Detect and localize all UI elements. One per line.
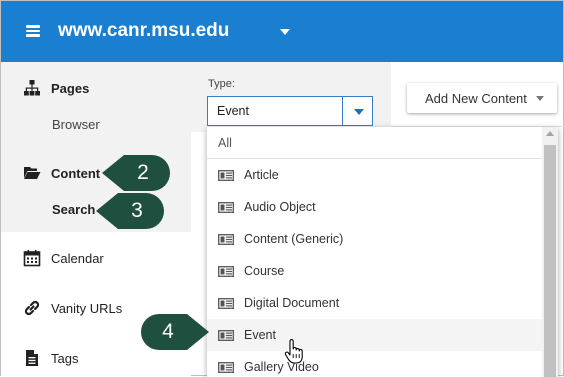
content-type-icon <box>218 234 234 245</box>
sidebar-item-tags[interactable]: Tags <box>23 346 78 370</box>
sidebar-item-calendar[interactable]: Calendar <box>23 246 104 270</box>
type-filter-label: Type: <box>208 78 235 90</box>
sidebar-subitem-search[interactable]: Search <box>52 202 95 217</box>
chevron-down-icon[interactable] <box>354 109 364 115</box>
select-divider <box>342 97 343 125</box>
content-type-icon <box>218 266 234 277</box>
chevron-down-icon <box>536 96 544 101</box>
calendar-icon <box>23 250 41 267</box>
dropdown-scrollbar[interactable] <box>542 127 558 377</box>
step-callout-4: 4 <box>141 314 209 350</box>
dropdown-option[interactable]: Content (Generic) <box>207 223 542 255</box>
sidebar-item-label: Calendar <box>51 250 104 266</box>
site-switcher-caret-icon[interactable] <box>280 29 290 35</box>
scroll-up-arrow-icon[interactable] <box>546 131 554 136</box>
hamburger-menu-icon[interactable] <box>26 25 40 37</box>
sidebar-item-pages[interactable]: Pages <box>23 76 89 100</box>
sitemap-icon <box>24 80 40 96</box>
dropdown-option[interactable]: Digital Document <box>207 287 542 319</box>
dropdown-option-all[interactable]: All <box>207 127 542 159</box>
step-callout-2: 2 <box>102 155 170 191</box>
scrollbar-thumb[interactable] <box>544 145 556 377</box>
dropdown-option[interactable]: Audio Object <box>207 191 542 223</box>
sidebar-item-label: Pages <box>51 80 90 96</box>
sidebar-subitem-browser[interactable]: Browser <box>52 117 100 132</box>
document-icon <box>26 350 38 366</box>
type-select[interactable]: Event <box>207 96 373 126</box>
sidebar-item-label: Content <box>51 165 101 181</box>
type-select-value: Event <box>217 104 249 118</box>
dropdown-option[interactable]: Gallery Video <box>207 351 542 377</box>
link-icon <box>24 300 40 316</box>
add-new-content-label: Add New Content <box>425 91 527 106</box>
sidebar-item-label: Tags <box>51 350 79 366</box>
folder-open-icon <box>24 167 41 179</box>
top-bar: www.canr.msu.edu <box>1 1 563 62</box>
content-type-icon <box>218 330 234 341</box>
sidebar-item-content[interactable]: Content <box>23 161 100 185</box>
content-type-icon <box>218 170 234 181</box>
add-new-content-button[interactable]: Add New Content <box>407 83 557 113</box>
sidebar-item-vanity-urls[interactable]: Vanity URLs <box>23 296 122 320</box>
dropdown-option[interactable]: Course <box>207 255 542 287</box>
sidebar-item-label: Vanity URLs <box>51 300 123 316</box>
content-type-icon <box>218 298 234 309</box>
dropdown-option-hovered[interactable]: Event <box>207 319 542 351</box>
site-title[interactable]: www.canr.msu.edu <box>58 20 229 42</box>
type-dropdown-list: All Article Audio Object Content (Generi… <box>207 127 558 377</box>
step-callout-3: 3 <box>96 193 164 229</box>
dropdown-option[interactable]: Article <box>207 159 542 191</box>
hand-pointer-cursor-icon <box>284 339 303 364</box>
content-type-icon <box>218 202 234 213</box>
content-type-icon <box>218 362 234 373</box>
